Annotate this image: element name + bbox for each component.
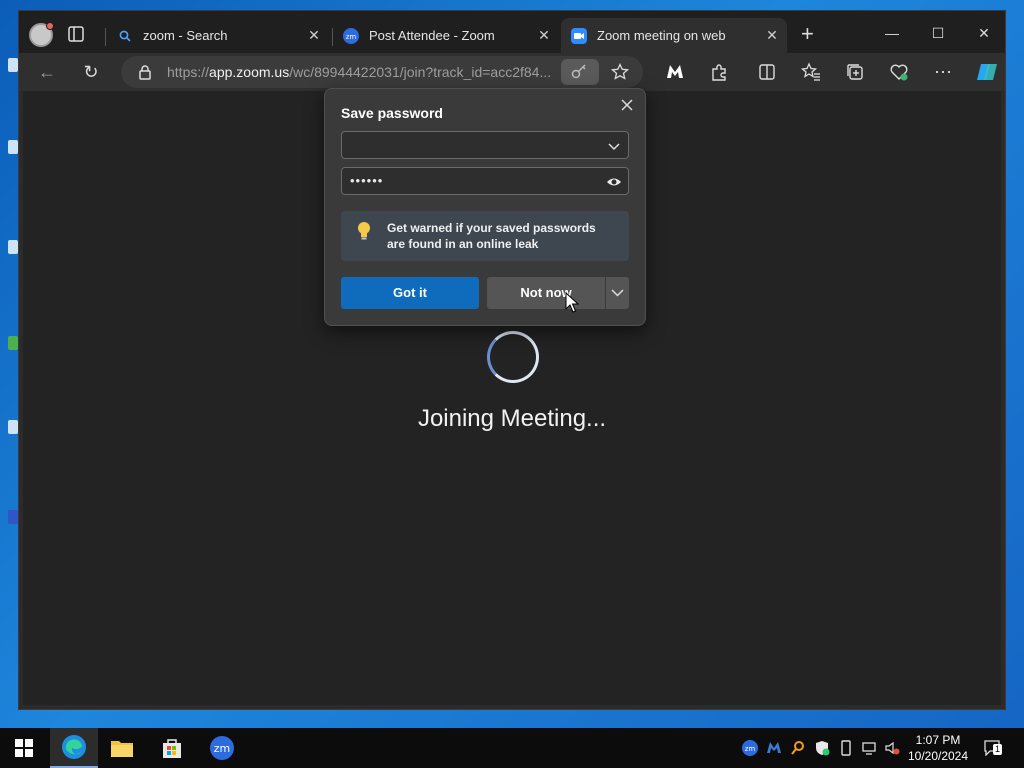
copilot-icon[interactable] [975,60,999,84]
tab-title: zoom - Search [143,28,228,43]
close-window-button[interactable]: ✕ [961,21,1007,45]
chevron-down-icon [611,289,624,297]
taskbar-file-explorer[interactable] [98,728,146,768]
close-tab-icon[interactable]: ✕ [765,28,779,42]
leak-info-text: Get warned if your saved passwords are f… [387,221,596,251]
tray-security-shield-icon[interactable] [814,740,830,756]
svg-text:zm: zm [346,33,357,41]
key-icon[interactable] [561,59,599,85]
close-icon[interactable] [619,97,635,113]
password-field[interactable]: •••••• [341,167,629,195]
tab-zoom-meeting[interactable]: Zoom meeting on web ✕ [561,18,787,53]
tray-device-icon[interactable] [838,740,854,756]
lock-icon[interactable] [137,64,153,80]
browser-essentials-icon[interactable] [889,62,909,82]
store-icon [163,739,181,758]
lightbulb-icon [358,222,370,240]
save-password-dialog: Save password •••••• Get warned if your … [324,88,646,326]
maximize-button[interactable]: ☐ [915,21,961,45]
password-value: •••••• [350,173,384,188]
tray-search-tool-icon[interactable] [790,740,806,756]
more-options-icon[interactable]: ⋯ [933,62,953,82]
chevron-down-icon[interactable] [606,138,622,154]
loading-spinner [487,331,539,383]
tab-search[interactable]: zoom - Search ✕ [107,18,329,53]
joining-status: Joining Meeting... [417,405,607,432]
taskbar: zm zm 1:07 PM 10/20/2024 1 [0,728,1024,768]
windows-logo-icon [15,739,33,757]
svg-text:zm: zm [214,742,231,755]
back-arrow-icon[interactable]: ← [37,62,57,82]
favorites-icon[interactable] [801,62,821,82]
username-dropdown[interactable] [341,131,629,159]
edge-icon [62,735,86,759]
zoom-logo-icon: zm [343,27,359,44]
profile-avatar[interactable] [29,22,54,47]
address-url: https://app.zoom.us/wc/89944422031/join?… [167,64,552,80]
notification-center-icon[interactable]: 1 [984,740,1002,757]
address-bar[interactable]: https://app.zoom.us/wc/89944422031/join?… [121,56,643,88]
tray-zoom-icon[interactable]: zm [742,740,758,756]
tab-title: Post Attendee - Zoom [369,28,495,43]
minimize-button[interactable]: — [869,21,915,45]
notification-count: 1 [993,744,1002,755]
search-icon [117,28,133,44]
mouse-cursor-icon [565,292,579,313]
taskbar-zoom[interactable]: zm [198,728,246,768]
split-screen-icon[interactable] [757,62,777,82]
new-tab-button[interactable]: + [801,23,814,45]
zoom-camera-icon [571,27,587,44]
tab-post-attendee[interactable]: zm Post Attendee - Zoom ✕ [333,18,559,53]
taskbar-edge[interactable] [50,728,98,768]
start-button[interactable] [0,728,48,768]
clock-time: 1:07 PM [915,733,961,747]
malwarebytes-icon[interactable] [665,62,685,82]
tray-volume-muted-icon[interactable] [884,740,900,756]
dialog-title: Save password [341,105,443,121]
tray-malwarebytes-icon[interactable] [766,740,782,756]
browser-toolbar: ← ↻ https://app.zoom.us/wc/89944422031/j… [19,53,1005,91]
taskbar-store[interactable] [148,728,196,768]
close-tab-icon[interactable]: ✕ [537,28,551,42]
not-now-options-dropdown[interactable] [606,277,629,309]
clock-date: 10/20/2024 [907,749,969,763]
tab-title: Zoom meeting on web [597,28,726,43]
collections-icon[interactable] [845,62,865,82]
extensions-icon[interactable] [709,62,729,82]
close-tab-icon[interactable]: ✕ [307,28,321,42]
tab-actions-icon[interactable] [67,25,85,43]
not-now-button[interactable]: Not now [487,277,605,309]
refresh-icon[interactable]: ↻ [81,62,101,82]
got-it-button[interactable]: Got it [341,277,479,309]
favorite-star-icon[interactable] [611,63,629,81]
svg-text:zm: zm [745,745,756,753]
tray-network-icon[interactable] [862,740,878,756]
eye-icon[interactable] [606,174,622,190]
system-clock[interactable]: 1:07 PM 10/20/2024 [902,732,974,764]
zoom-app-icon: zm [210,736,234,760]
folder-icon [111,741,133,757]
tab-strip: zoom - Search ✕ zm Post Attendee - Zoom … [19,11,1005,53]
leak-info-box: Get warned if your saved passwords are f… [341,211,629,261]
